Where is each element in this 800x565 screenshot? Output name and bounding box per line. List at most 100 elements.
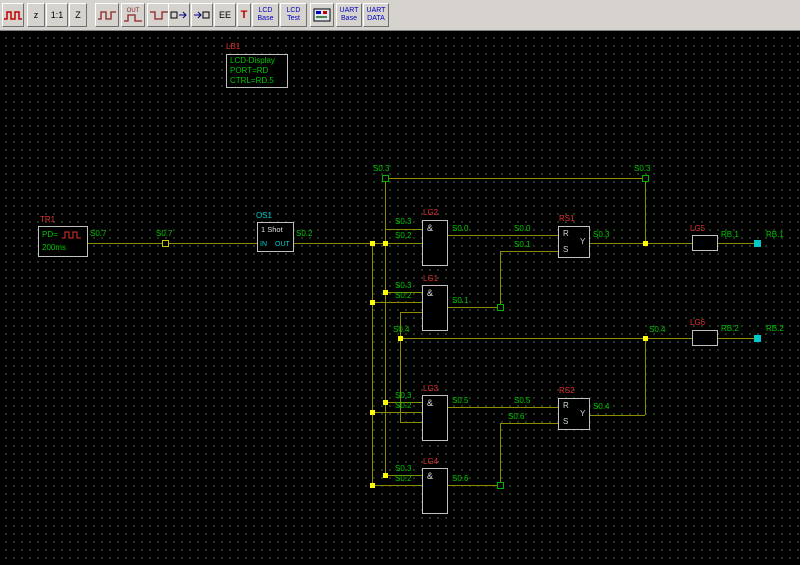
wire-segment[interactable]: [500, 423, 501, 485]
pulse-out-button[interactable]: OUT: [121, 3, 145, 27]
output-block-lg6[interactable]: [692, 330, 718, 346]
wire-segment[interactable]: [88, 243, 257, 244]
wire-segment[interactable]: [372, 412, 422, 413]
and-gate-lg1[interactable]: &: [422, 285, 448, 331]
block-label-lb1[interactable]: LB1: [226, 43, 240, 51]
terminal-square[interactable]: [162, 240, 169, 247]
wire-segment[interactable]: [645, 338, 646, 415]
signal-label[interactable]: S0.1: [452, 297, 468, 305]
signal-label[interactable]: S0.7: [156, 230, 172, 238]
wire-segment[interactable]: [645, 178, 646, 243]
block-label-lg3[interactable]: LG3: [423, 385, 438, 393]
wire-segment[interactable]: [500, 251, 501, 307]
zoom-out-button[interactable]: z: [27, 3, 45, 27]
signal-label[interactable]: S0.5: [514, 397, 530, 405]
junction-dot[interactable]: [383, 290, 388, 295]
signal-label[interactable]: S0.2: [395, 232, 411, 240]
signal-label[interactable]: S0.7: [90, 230, 106, 238]
zoom-reset-button[interactable]: 1:1: [46, 3, 68, 27]
signal-label[interactable]: RB.2: [721, 325, 739, 333]
uart-base-button[interactable]: UART Base: [336, 3, 362, 27]
wire-segment[interactable]: [718, 338, 757, 339]
pulse-in-button[interactable]: [95, 3, 119, 27]
signal-label[interactable]: RB.1: [766, 231, 784, 239]
rs-flipflop-rs1[interactable]: R Y S: [558, 226, 590, 258]
signal-label[interactable]: S0.5: [452, 397, 468, 405]
signal-label[interactable]: S0.6: [508, 413, 524, 421]
terminal-square[interactable]: [497, 482, 504, 489]
block-label-lg1[interactable]: LG1: [423, 275, 438, 283]
wire-segment[interactable]: [372, 302, 422, 303]
signal-label[interactable]: S0.2: [395, 292, 411, 300]
display-icon-button[interactable]: [310, 3, 334, 27]
wire-segment[interactable]: [400, 312, 422, 313]
and-gate-lg4[interactable]: &: [422, 468, 448, 514]
block-label-rs2[interactable]: RS2: [559, 387, 575, 395]
signal-label[interactable]: S0.3: [395, 282, 411, 290]
terminal-square[interactable]: [382, 175, 389, 182]
block-label-tr1[interactable]: TR1: [40, 216, 55, 224]
signal-label[interactable]: RB.2: [766, 325, 784, 333]
junction-dot[interactable]: [383, 473, 388, 478]
signal-label[interactable]: S0.4: [593, 403, 609, 411]
block-label-rs1[interactable]: RS1: [559, 215, 575, 223]
wire-segment[interactable]: [385, 229, 422, 230]
wire-segment[interactable]: [372, 243, 373, 485]
terminal-square[interactable]: [754, 335, 761, 342]
signal-label[interactable]: S0.3: [395, 465, 411, 473]
logo-button[interactable]: [2, 3, 24, 27]
one-shot-block-os1[interactable]: 1 Shot IN OUT: [257, 222, 294, 252]
wire-segment[interactable]: [385, 178, 386, 475]
lcd-base-button[interactable]: LCD Base: [252, 3, 279, 27]
wire-segment[interactable]: [500, 251, 558, 252]
wire-segment[interactable]: [500, 423, 558, 424]
wire-segment[interactable]: [448, 307, 500, 308]
signal-label[interactable]: S0.4: [393, 326, 409, 334]
junction-dot[interactable]: [643, 241, 648, 246]
signal-label[interactable]: S0.0: [452, 225, 468, 233]
text-tool-button[interactable]: T: [237, 3, 251, 27]
block-label-lg4[interactable]: LG4: [423, 458, 438, 466]
signal-label[interactable]: S0.2: [296, 230, 312, 238]
lcd-test-button[interactable]: LCD Test: [280, 3, 307, 27]
wire-segment[interactable]: [448, 407, 558, 408]
block-export-button[interactable]: [168, 3, 190, 27]
lcd-display-block[interactable]: LCD-Display PORT=RD CTRL=RD.5: [226, 54, 288, 88]
wire-segment[interactable]: [294, 243, 422, 244]
junction-dot[interactable]: [370, 483, 375, 488]
signal-label[interactable]: RB.1: [721, 231, 739, 239]
block-label-lg6[interactable]: LG6: [690, 319, 705, 327]
signal-label[interactable]: S0.4: [649, 326, 665, 334]
junction-dot[interactable]: [370, 300, 375, 305]
signal-label[interactable]: S0.3: [395, 218, 411, 226]
uart-data-button[interactable]: UART DATA: [363, 3, 389, 27]
rs-flipflop-rs2[interactable]: R Y S: [558, 398, 590, 430]
signal-label[interactable]: S0.2: [395, 475, 411, 483]
wire-segment[interactable]: [590, 415, 645, 416]
wire-segment[interactable]: [448, 235, 558, 236]
block-label-os1[interactable]: OS1: [256, 212, 272, 220]
junction-dot[interactable]: [370, 410, 375, 415]
wire-segment[interactable]: [385, 178, 645, 179]
timer-block-tr1[interactable]: PD= 200ms: [38, 226, 88, 257]
junction-dot[interactable]: [370, 241, 375, 246]
wire-segment[interactable]: [400, 422, 422, 423]
zoom-in-button[interactable]: Z: [69, 3, 87, 27]
wire-segment[interactable]: [400, 338, 692, 339]
block-import-button[interactable]: [191, 3, 213, 27]
block-label-lg2[interactable]: LG2: [423, 209, 438, 217]
wire-segment[interactable]: [372, 485, 422, 486]
signal-label[interactable]: S0.1: [514, 241, 530, 249]
junction-dot[interactable]: [398, 336, 403, 341]
signal-label[interactable]: S0.0: [514, 225, 530, 233]
signal-label[interactable]: S0.3: [395, 392, 411, 400]
and-gate-lg3[interactable]: &: [422, 395, 448, 441]
terminal-square[interactable]: [754, 240, 761, 247]
wire-segment[interactable]: [590, 243, 692, 244]
signal-label[interactable]: S0.6: [452, 475, 468, 483]
wire-segment[interactable]: [718, 243, 757, 244]
signal-label[interactable]: S0.2: [395, 402, 411, 410]
block-label-lg5[interactable]: LG5: [690, 225, 705, 233]
junction-dot[interactable]: [383, 241, 388, 246]
output-block-lg5[interactable]: [692, 235, 718, 251]
